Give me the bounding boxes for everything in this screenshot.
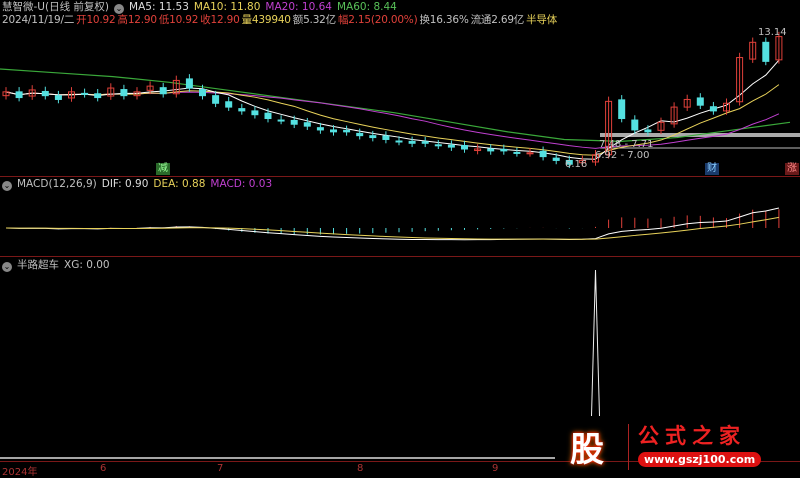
candle	[251, 110, 259, 116]
low-label: 6.16	[565, 159, 588, 170]
macd-dif: DIF: 0.90	[101, 178, 149, 190]
axis-label: 7	[217, 463, 224, 474]
macd-title[interactable]: MACD(12,26,9)	[17, 178, 97, 190]
panel-divider	[0, 256, 800, 257]
candle	[277, 119, 285, 122]
range2-label: 6.92 - 7.00	[595, 150, 650, 161]
candle	[395, 140, 403, 143]
candle	[500, 148, 508, 152]
candle	[644, 129, 652, 133]
chevron-down-icon[interactable]: ⌄	[2, 181, 12, 191]
axis-label: 6	[100, 463, 107, 474]
candle	[316, 127, 324, 131]
candle	[264, 112, 272, 120]
indicator-xg: XG: 0.00	[64, 259, 110, 271]
axis-label: 8	[357, 463, 364, 474]
candle	[421, 141, 429, 144]
macd-header: ⌄ MACD(12,26,9) DIF: 0.90 DEA: 0.88 MACD: 0.…	[2, 178, 277, 191]
candle	[408, 140, 416, 144]
tag-rise[interactable]: 涨	[785, 163, 799, 175]
tag-reduce[interactable]: 减	[156, 163, 170, 175]
chevron-down-icon[interactable]: ⌄	[2, 262, 12, 272]
candle	[513, 151, 521, 154]
logo-name: 公式之家	[638, 424, 746, 448]
panel-divider	[0, 176, 800, 177]
candle	[212, 95, 220, 104]
candle	[709, 106, 717, 112]
high-label: 13.14	[758, 27, 787, 38]
candle	[631, 119, 639, 131]
candle	[290, 119, 298, 125]
chart-canvas[interactable]	[0, 0, 800, 476]
dif-line	[5, 207, 780, 241]
candle	[225, 101, 233, 108]
candle	[238, 108, 246, 112]
candle	[343, 129, 351, 133]
candle	[461, 145, 468, 150]
axis-label: 9	[492, 463, 499, 474]
candle	[618, 99, 626, 120]
logo-url: www.gszj100.com	[638, 452, 762, 467]
candle	[762, 41, 770, 62]
candle	[54, 95, 62, 100]
macd-dea: DEA: 0.88	[153, 178, 206, 190]
candle	[120, 89, 128, 97]
candle	[199, 89, 206, 97]
candle	[94, 93, 102, 99]
xg-signal	[591, 269, 600, 417]
macd-value: MACD: 0.03	[210, 178, 273, 190]
tag-finance[interactable]: 财	[705, 163, 719, 175]
candle	[434, 144, 442, 147]
candle	[159, 87, 167, 95]
ma60-line	[0, 68, 791, 142]
indicator-header: ⌄ 半路超车 XG: 0.00	[2, 259, 115, 272]
candle	[382, 135, 390, 140]
candle	[369, 135, 377, 139]
candle	[185, 78, 193, 89]
watermark-logo: 股 公式之家 www.gszj100.com	[556, 420, 796, 476]
candle	[526, 152, 534, 155]
candle	[447, 144, 455, 148]
candle	[539, 150, 547, 158]
ma20-line	[5, 91, 780, 149]
candle	[81, 92, 89, 95]
candle	[330, 129, 337, 133]
candle	[552, 157, 560, 161]
candle	[696, 97, 704, 106]
candle	[15, 91, 23, 99]
logo-mark: 股	[570, 430, 604, 470]
candle	[356, 132, 364, 137]
candle	[41, 90, 49, 97]
candle	[303, 122, 311, 127]
candle	[487, 148, 495, 152]
indicator-title[interactable]: 半路超车	[17, 259, 59, 271]
